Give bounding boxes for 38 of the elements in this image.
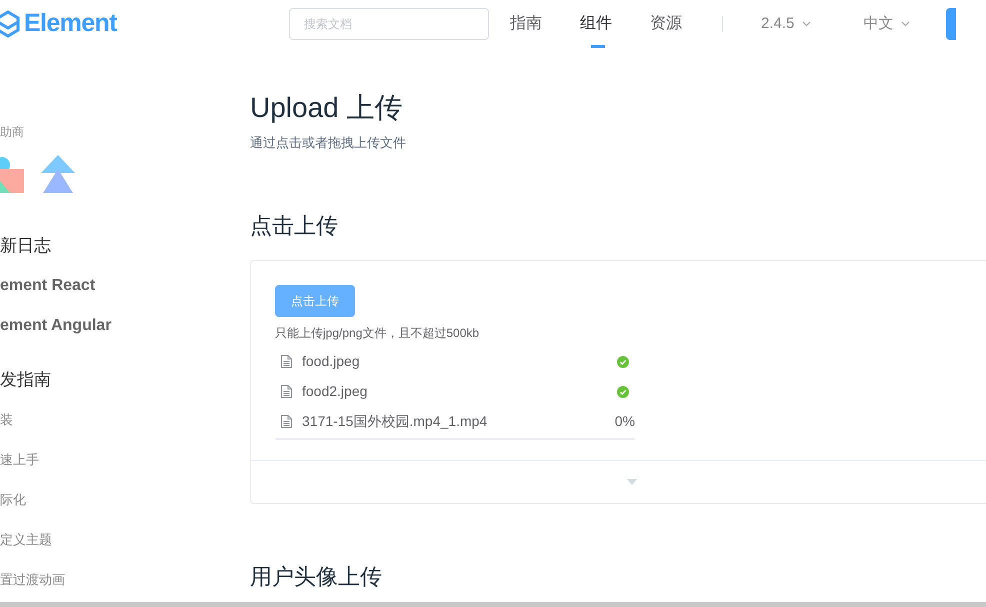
document-icon (281, 385, 292, 398)
nav-tab[interactable]: 资源 (650, 0, 682, 48)
section-title: 点击上传 (250, 212, 339, 240)
file-name[interactable]: food.jpeg (302, 351, 607, 372)
sidebar-link[interactable]: 装 (0, 400, 250, 440)
check-circle-icon (617, 386, 629, 398)
sidebar-link[interactable]: 际化 (0, 480, 250, 520)
document-icon (281, 355, 292, 368)
language-dropdown[interactable]: 中文 (863, 12, 910, 36)
active-indicator (591, 45, 605, 48)
upload-tip: 只能上传jpg/png文件，且不超过500kb (275, 324, 480, 342)
nav-tab[interactable]: 指南 (510, 0, 542, 48)
upload-button[interactable]: 点击上传 (275, 284, 355, 316)
document-icon (281, 415, 292, 428)
page-title: Upload 上传 (250, 91, 404, 125)
sidebar-link[interactable]: ement Angular (0, 306, 250, 346)
caret-icon (901, 21, 910, 27)
sidebar-link[interactable]: ement React (0, 266, 250, 306)
sidebar-link[interactable]: 置过渡动画 (0, 560, 250, 600)
search-field[interactable]: 搜索文档 (289, 8, 489, 40)
progress-percent: 0% (614, 412, 635, 431)
nav-tab[interactable]: 组件 (580, 0, 612, 48)
page-description: 通过点击或者拖拽上传文件 (250, 134, 407, 152)
sponsor-logo-icon (0, 155, 25, 193)
sponsor-label: 助商 (0, 124, 25, 140)
sponsor-logo-icon (41, 155, 75, 193)
sidebar-heading: 发指南 (0, 369, 52, 391)
file-name[interactable]: 3171-15国外校园.mp4_1.mp4 (302, 411, 605, 432)
logo-text[interactable]: Element (24, 5, 117, 43)
check-circle-icon (617, 356, 629, 368)
sidebar-link[interactable]: 速上手 (0, 440, 250, 480)
logo-icon (0, 10, 20, 38)
sidebar-link[interactable]: 定义主题 (0, 520, 250, 560)
caret-icon (802, 21, 812, 27)
version-dropdown[interactable]: 2.4.5 (761, 12, 812, 36)
file-name[interactable]: food2.jpeg (302, 381, 607, 402)
section-title: 用户头像上传 (250, 562, 383, 590)
sidebar-heading: 新日志 (0, 235, 52, 257)
